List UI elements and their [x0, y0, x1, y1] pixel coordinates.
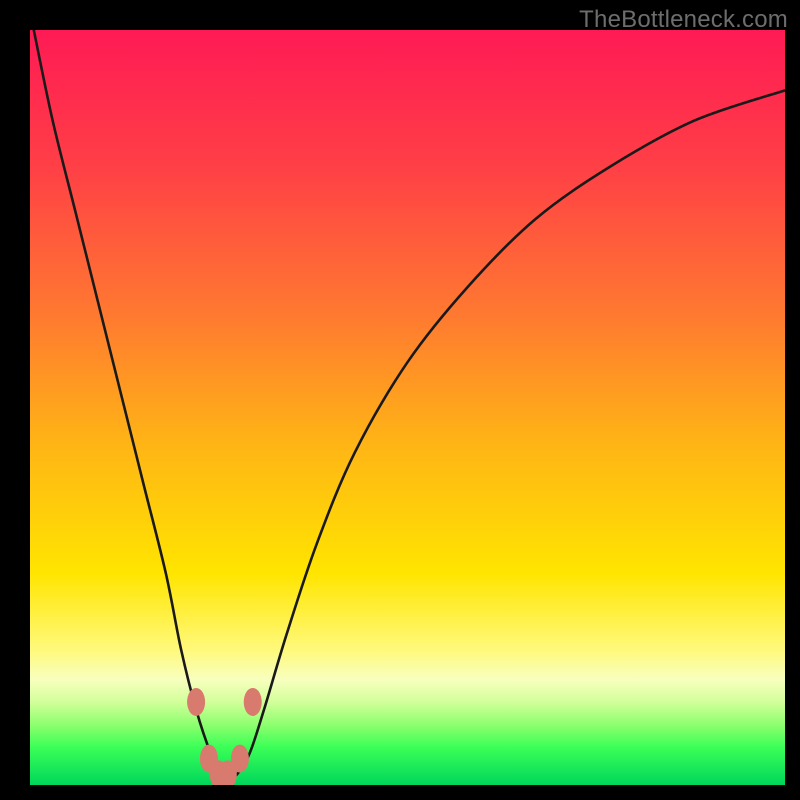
chart-svg [30, 30, 785, 785]
curve-marker [231, 745, 249, 773]
curve-marker [187, 688, 205, 716]
chart-frame: TheBottleneck.com [0, 0, 800, 800]
watermark-text: TheBottleneck.com [579, 6, 788, 34]
plot-area [30, 30, 785, 785]
curve-marker [244, 688, 262, 716]
gradient-background [30, 30, 785, 785]
